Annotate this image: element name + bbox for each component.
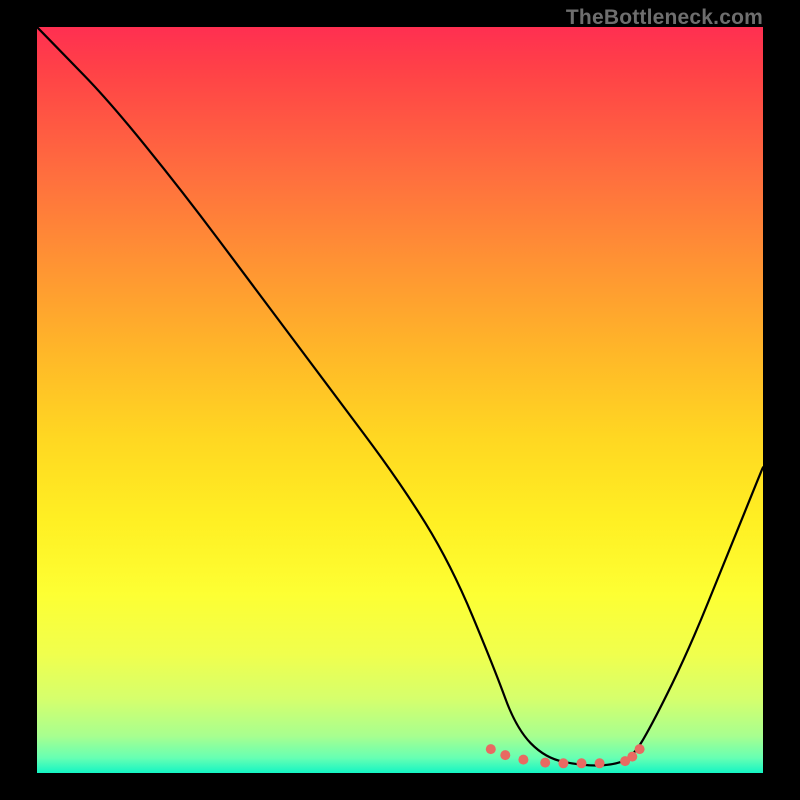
marker-dot: [518, 755, 528, 765]
marker-group: [486, 744, 645, 768]
marker-dot: [558, 758, 568, 768]
chart-frame: TheBottleneck.com: [0, 0, 800, 800]
marker-dot: [627, 752, 637, 762]
marker-dot: [635, 744, 645, 754]
marker-dot: [577, 758, 587, 768]
marker-dot: [500, 750, 510, 760]
bottleneck-curve: [37, 27, 763, 766]
plot-area: [37, 27, 763, 773]
marker-dot: [486, 744, 496, 754]
chart-svg: [37, 27, 763, 773]
marker-dot: [595, 758, 605, 768]
marker-dot: [540, 758, 550, 768]
